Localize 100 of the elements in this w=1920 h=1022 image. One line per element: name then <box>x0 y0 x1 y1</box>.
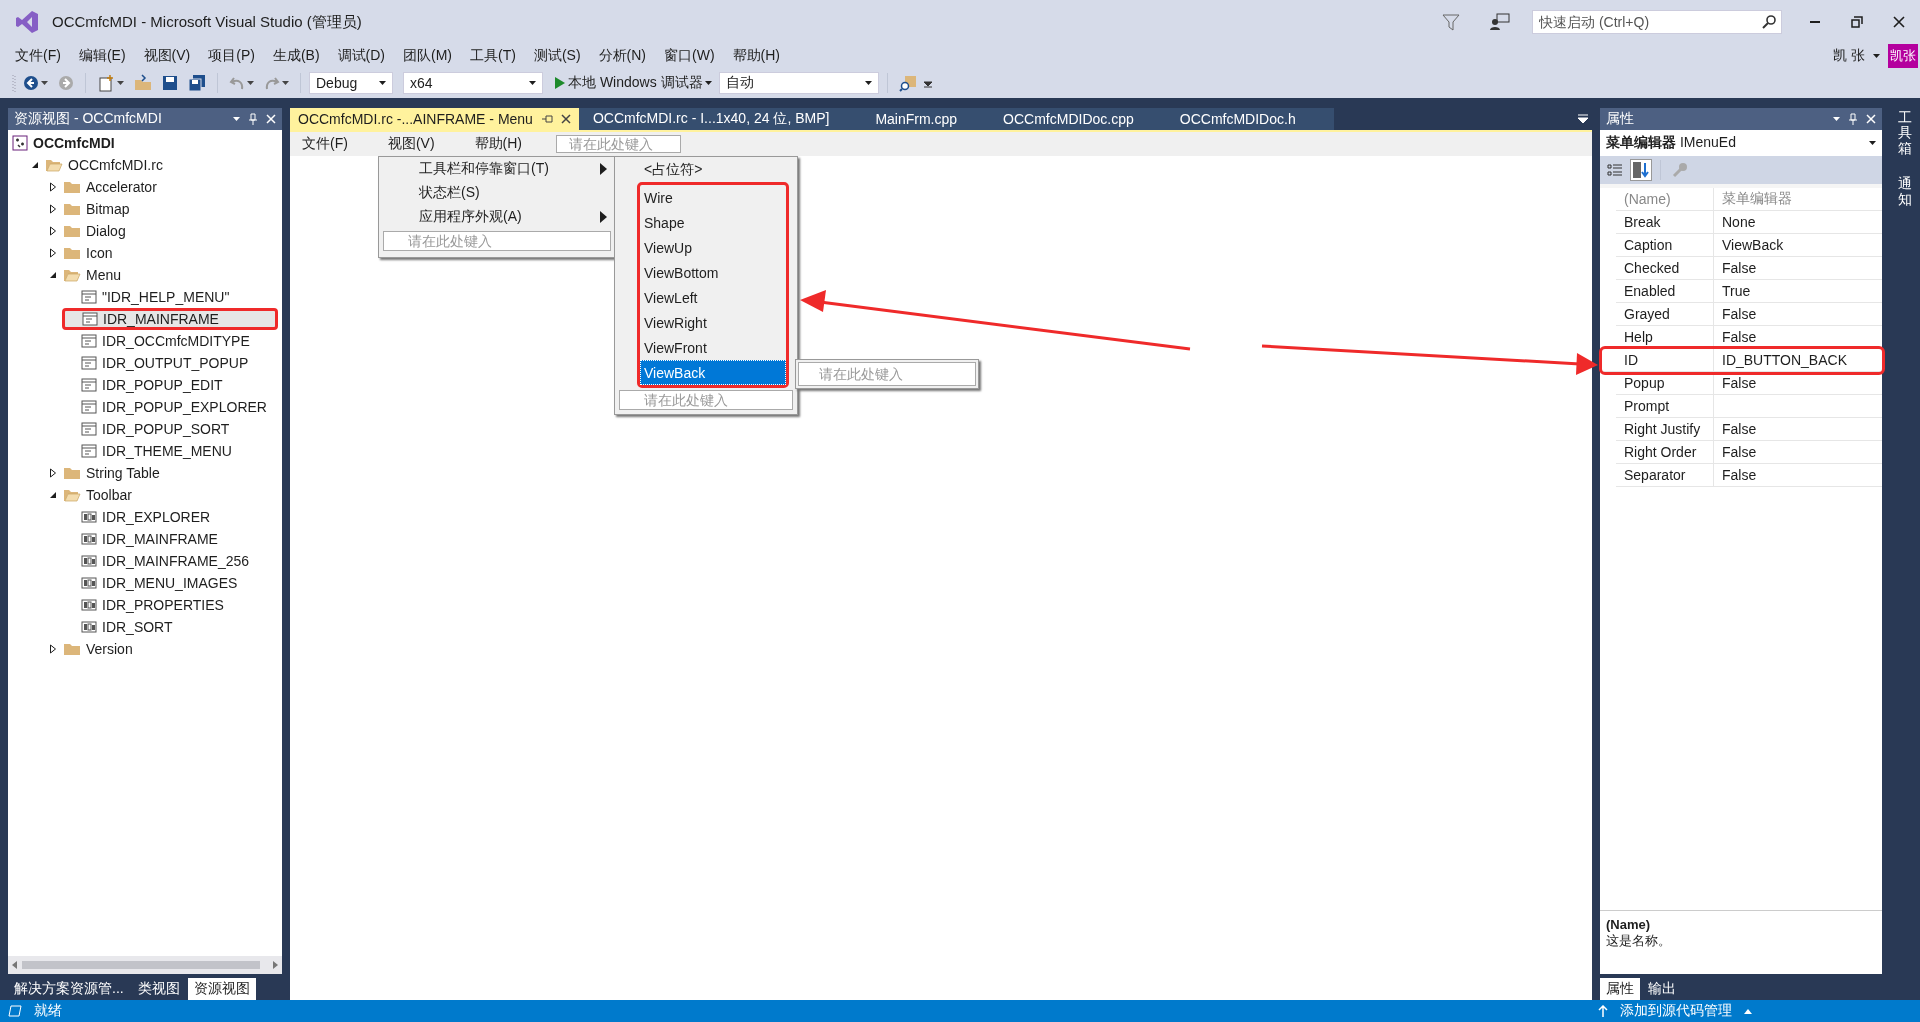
tree-item[interactable]: IDR_POPUP_EDIT <box>62 374 278 396</box>
tree-item[interactable]: IDR_MAINFRAME_256 <box>62 550 278 572</box>
side-tab[interactable]: 工具箱 <box>1898 108 1912 159</box>
property-value[interactable]: False <box>1714 326 1882 348</box>
user-avatar[interactable]: 凯张 <box>1888 44 1918 68</box>
property-value[interactable]: False <box>1714 464 1882 486</box>
menubar-entry[interactable]: 项目(P) <box>199 45 264 67</box>
property-value[interactable]: False <box>1714 372 1882 394</box>
property-value[interactable]: None <box>1714 211 1882 233</box>
overflow-icon[interactable] <box>923 78 932 88</box>
tab-list-icon[interactable] <box>1578 114 1588 124</box>
property-value[interactable]: False <box>1714 303 1882 325</box>
expand-icon[interactable] <box>48 182 58 192</box>
collapse-icon[interactable] <box>48 270 58 280</box>
dropdown-entry[interactable]: <占位符> <box>615 157 797 182</box>
side-tab[interactable]: 通知 <box>1898 174 1912 209</box>
type-here-field[interactable]: 请在此处键入 <box>798 362 976 386</box>
tree-item[interactable]: Menu <box>44 264 278 286</box>
menubar-entry[interactable]: 测试(S) <box>524 45 590 67</box>
filter-icon[interactable] <box>1442 13 1460 31</box>
menubar-entry[interactable]: 视图(V) <box>381 135 469 153</box>
document-tab[interactable]: OCCmfcMDI.rc - I...1x40, 24 位, BMP] <box>584 108 838 130</box>
scroll-left-icon[interactable] <box>12 961 18 969</box>
dropdown-entry[interactable]: ViewRight <box>640 310 786 335</box>
pin-icon[interactable] <box>540 114 553 124</box>
type-here-field[interactable]: 请在此处键入 <box>383 231 611 251</box>
tree-item[interactable]: OCCmfcMDI <box>8 132 278 154</box>
dropdown-entry[interactable]: Shape <box>640 210 786 235</box>
start-debugging-button[interactable]: 本地 Windows 调试器 <box>551 71 715 95</box>
menubar-entry[interactable]: 视图(V) <box>134 45 200 67</box>
dropdown-entry[interactable]: ViewBottom <box>640 260 786 285</box>
feedback-icon[interactable] <box>1490 13 1510 31</box>
dropdown-entry[interactable]: ViewUp <box>640 235 786 260</box>
panel-tab[interactable]: 输出 <box>1642 978 1682 1000</box>
tree-item[interactable]: IDR_SORT <box>62 616 278 638</box>
tree-item[interactable]: String Table <box>44 462 278 484</box>
menubar-entry[interactable]: 文件(F) <box>6 45 70 67</box>
property-value[interactable]: False <box>1714 441 1882 463</box>
horizontal-scrollbar[interactable] <box>8 956 282 974</box>
target-dropdown[interactable]: 自动 <box>718 72 879 94</box>
configuration-dropdown[interactable]: Debug <box>309 72 393 94</box>
expand-icon[interactable] <box>48 226 58 236</box>
expand-icon[interactable] <box>48 468 58 478</box>
tree-item[interactable]: IDR_PROPERTIES <box>62 594 278 616</box>
panel-tab[interactable]: 属性 <box>1600 978 1640 1000</box>
tree-item[interactable]: Icon <box>44 242 278 264</box>
menubar-entry[interactable]: 帮助(H) <box>723 45 789 67</box>
document-tab[interactable]: MainFrm.cpp <box>867 108 966 130</box>
tree-item[interactable]: Accelerator <box>44 176 278 198</box>
property-value[interactable]: ViewBack <box>1714 234 1882 256</box>
tree-item[interactable]: IDR_POPUP_EXPLORER <box>62 396 278 418</box>
tree-item[interactable]: Toolbar <box>44 484 278 506</box>
tree-item[interactable]: OCCmfcMDI.rc <box>26 154 278 176</box>
document-tab[interactable]: OCCmfcMDI.rc -...AINFRAME - Menu <box>290 108 579 130</box>
dropdown-entry[interactable]: 状态栏(S) <box>379 181 615 205</box>
document-tab[interactable]: OCCmfcMDIDoc.cpp <box>995 108 1142 130</box>
tree-item[interactable]: "IDR_HELP_MENU" <box>62 286 278 308</box>
close-icon[interactable] <box>560 114 571 124</box>
tree-item[interactable]: IDR_MAINFRAME <box>62 528 278 550</box>
expand-icon[interactable] <box>48 204 58 214</box>
platform-dropdown[interactable]: x64 <box>403 72 543 94</box>
alphabetical-button[interactable] <box>1630 159 1652 181</box>
tree-item[interactable]: IDR_EXPLORER <box>62 506 278 528</box>
tree-item[interactable]: IDR_OCCmfcMDITYPE <box>62 330 278 352</box>
tree-item[interactable]: Bitmap <box>44 198 278 220</box>
property-value[interactable]: True <box>1714 280 1882 302</box>
user-name[interactable]: 凯 张 <box>1833 47 1865 65</box>
tree-item[interactable]: Dialog <box>44 220 278 242</box>
dropdown-entry[interactable]: 应用程序外观(A) <box>379 205 615 229</box>
menubar-entry[interactable]: 窗口(W) <box>655 45 724 67</box>
menubar-entry[interactable]: 调试(D) <box>328 45 394 67</box>
dropdown-entry[interactable]: Wire <box>640 185 786 210</box>
menubar-entry[interactable]: 编辑(E) <box>69 45 135 67</box>
menubar-entry[interactable]: 工具(T) <box>461 45 525 67</box>
panel-tab[interactable]: 解决方案资源管... <box>8 978 130 1000</box>
dropdown-entry[interactable]: ViewLeft <box>640 285 786 310</box>
property-value[interactable]: False <box>1714 418 1882 440</box>
tree-item[interactable]: Version <box>44 638 278 660</box>
property-value[interactable]: ID_BUTTON_BACK <box>1714 349 1882 371</box>
type-here-field[interactable]: 请在此处键入 <box>556 135 681 153</box>
collapse-icon[interactable] <box>48 490 58 500</box>
panel-tab[interactable]: 类视图 <box>131 978 186 1000</box>
menubar-entry[interactable]: 分析(N) <box>589 45 655 67</box>
menubar-entry[interactable]: 生成(B) <box>263 45 329 67</box>
source-control-link[interactable]: 添加到源代码管理 <box>1620 1002 1732 1020</box>
quick-launch-field[interactable]: 快速启动 (Ctrl+Q) <box>1532 10 1782 34</box>
dropdown-entry[interactable]: 工具栏和停靠窗口(T) <box>379 157 615 181</box>
document-tab[interactable]: OCCmfcMDIDoc.h <box>1171 108 1304 130</box>
collapse-icon[interactable] <box>30 160 40 170</box>
property-value[interactable]: 菜单编辑器 <box>1714 188 1882 210</box>
panel-tab[interactable]: 资源视图 <box>187 978 256 1000</box>
menubar-entry[interactable]: 团队(M) <box>394 45 461 67</box>
property-value[interactable]: False <box>1714 257 1882 279</box>
tree-item[interactable]: IDR_MENU_IMAGES <box>62 572 278 594</box>
dropdown-entry[interactable]: ViewFront <box>640 335 786 360</box>
tree-item[interactable]: IDR_POPUP_SORT <box>62 418 278 440</box>
scroll-right-icon[interactable] <box>272 961 278 969</box>
tree-item[interactable]: IDR_MAINFRAME <box>62 308 278 330</box>
expand-icon[interactable] <box>48 248 58 258</box>
menubar-entry[interactable]: 帮助(H) <box>468 135 556 153</box>
